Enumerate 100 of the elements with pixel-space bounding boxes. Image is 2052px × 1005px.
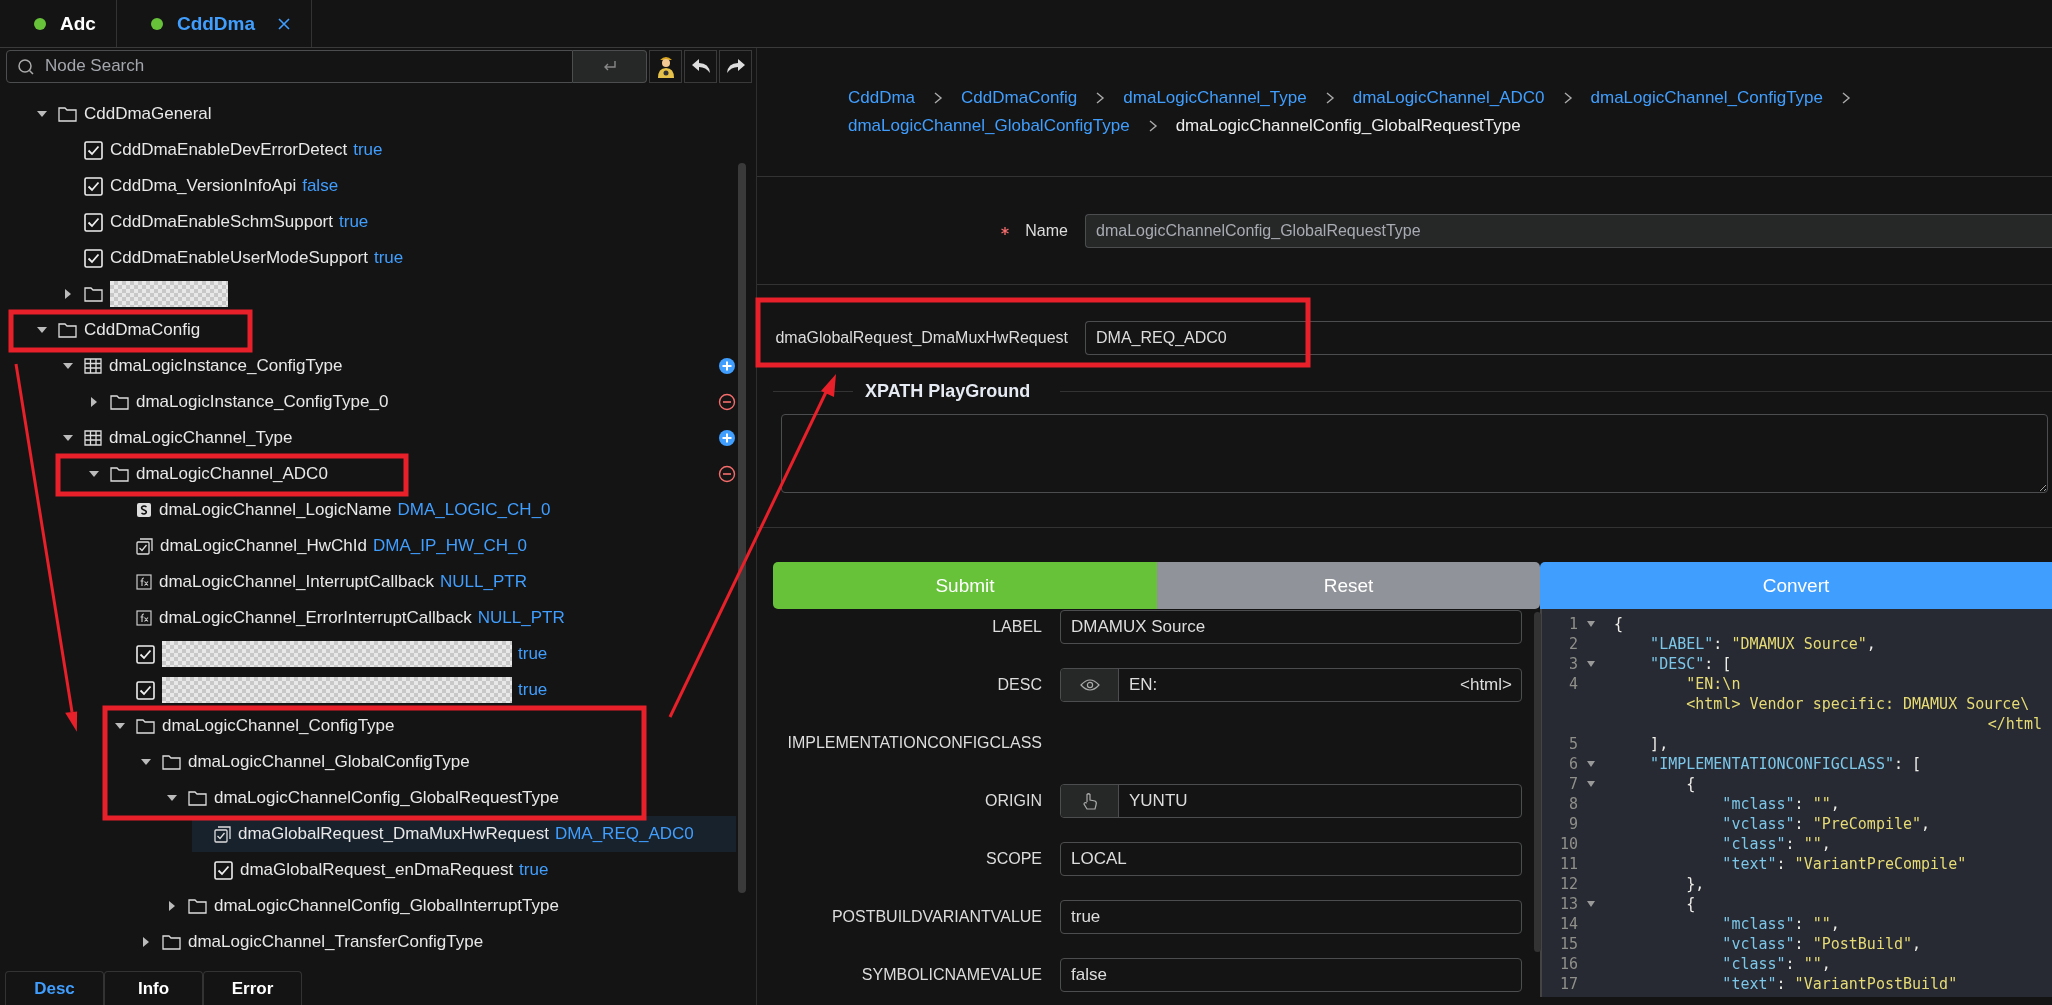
- scrollbar[interactable]: [738, 163, 746, 893]
- node-label[interactable]: dmaLogicChannel_ADC0: [136, 464, 328, 484]
- property-field[interactable]: EN: <html>: [1060, 668, 1522, 702]
- node-label[interactable]: CddDmaEnableUserModeSupport: [110, 248, 368, 268]
- checkbox[interactable]: [84, 140, 103, 160]
- node-label[interactable]: dmaLogicChannel_LogicName: [159, 500, 392, 520]
- node-label[interactable]: CddDmaEnableSchmSupport: [110, 212, 333, 232]
- breadcrumb-link[interactable]: dmaLogicChannel_ADC0: [1352, 88, 1545, 108]
- property-field[interactable]: false: [1060, 958, 1522, 992]
- panel-tab[interactable]: Desc: [5, 971, 104, 1005]
- field-label: Name: [1025, 221, 1068, 240]
- tree-row[interactable]: CddDmaGeneral: [36, 100, 216, 128]
- breadcrumb-link[interactable]: dmaLogicChannel_Type: [1123, 88, 1307, 108]
- tree-row[interactable]: dmaLogicChannel_TransferConfigType: [140, 928, 488, 956]
- editor-tab[interactable]: Adc: [0, 0, 117, 47]
- tree-row[interactable]: dmaLogicChannel_Type: [62, 424, 297, 452]
- node-label[interactable]: dmaLogicChannel_HwChId: [160, 536, 367, 556]
- node-label[interactable]: dmaLogicInstance_ConfigType: [109, 356, 343, 376]
- editor-tab[interactable]: CddDma: [116, 0, 313, 47]
- table-icon: [84, 358, 102, 374]
- node-label[interactable]: CddDmaEnableDevErrorDetect: [110, 140, 348, 160]
- checkbox[interactable]: [84, 248, 103, 268]
- breadcrumb-link[interactable]: dmaLogicChannel_ConfigType: [1590, 88, 1824, 108]
- search-field[interactable]: Node Search: [6, 49, 573, 83]
- node-label[interactable]: dmaLogicChannel_InterruptCallback: [159, 572, 434, 592]
- tree-row[interactable]: dmaLogicInstance_ConfigType_0: [88, 388, 393, 416]
- node-label[interactable]: CddDma_VersionInfoApi: [110, 176, 297, 196]
- tree-row[interactable]: CddDma_VersionInfoApi false: [62, 172, 343, 200]
- checkbox[interactable]: [136, 644, 155, 664]
- node-label[interactable]: dmaLogicChannel_ConfigType: [162, 716, 395, 736]
- fold-icon[interactable]: [1587, 781, 1595, 787]
- property-field[interactable]: YUNTU: [1060, 784, 1522, 818]
- tree-row[interactable]: CddDmaConfig: [36, 316, 205, 344]
- preview-button[interactable]: [1061, 669, 1119, 701]
- code-text: "LABEL": "DMAMUX Source",: [1650, 635, 1876, 653]
- line-number: 12: [1558, 875, 1578, 893]
- close-icon[interactable]: [277, 16, 292, 31]
- xpath-input[interactable]: [781, 414, 2048, 493]
- folder-icon: [110, 466, 129, 482]
- node-label[interactable]: CddDmaGeneral: [84, 104, 212, 124]
- tree-row[interactable]: dmaLogicChannel_ADC0: [88, 460, 332, 488]
- fold-icon[interactable]: [1587, 761, 1595, 767]
- fold-icon[interactable]: [1587, 621, 1595, 627]
- person-icon[interactable]: [649, 49, 682, 83]
- node-label[interactable]: dmaGlobalRequest_DmaMuxHwRequest: [238, 824, 549, 844]
- property-field[interactable]: true: [1060, 900, 1522, 934]
- scrollbar[interactable]: [1534, 612, 1541, 952]
- pick-button[interactable]: [1061, 785, 1119, 817]
- tree-row[interactable]: CddDmaEnableUserModeSupport true: [62, 244, 408, 272]
- tree-row[interactable]: dmaLogicChannel_LogicName DMA_LOGIC_CH_0: [114, 496, 555, 524]
- code-editor[interactable]: [1540, 609, 2052, 997]
- property-field[interactable]: DMAMUX Source: [1060, 610, 1522, 644]
- checkbox[interactable]: [136, 680, 155, 700]
- select-field[interactable]: DMA_REQ_ADC0: [1085, 321, 2052, 355]
- tree-row[interactable]: CddDmaEnableSchmSupport true: [62, 208, 373, 236]
- node-label[interactable]: dmaLogicInstance_ConfigType_0: [136, 392, 389, 412]
- remove-icon[interactable]: [718, 465, 736, 483]
- tree-row[interactable]: dmaGlobalRequest_enDmaRequest true: [192, 856, 553, 884]
- code-text: "DESC": [: [1650, 655, 1732, 673]
- fold-icon[interactable]: [1587, 901, 1595, 907]
- node-label[interactable]: dmaLogicChannelConfig_GlobalInterruptType: [214, 896, 559, 916]
- checkbox[interactable]: [84, 212, 103, 232]
- property-field[interactable]: LOCAL: [1060, 842, 1522, 876]
- select-box-icon: [136, 537, 153, 555]
- node-label[interactable]: dmaLogicChannelConfig_GlobalRequestType: [214, 788, 559, 808]
- tree-row[interactable]: dmaLogicChannel_GlobalConfigType: [140, 748, 474, 776]
- code-text: {: [1614, 615, 1624, 633]
- remove-icon[interactable]: [718, 393, 736, 411]
- node-label[interactable]: CddDmaConfig: [84, 320, 201, 340]
- breadcrumb-link[interactable]: dmaLogicChannel_GlobalConfigType: [848, 116, 1130, 136]
- tree-row[interactable]: CddDmaEnableDevErrorDetect true: [62, 136, 387, 164]
- field-value: YUNTU: [1129, 791, 1188, 811]
- node-label[interactable]: dmaLogicChannel_Type: [109, 428, 293, 448]
- breadcrumb-link[interactable]: CddDma: [848, 88, 916, 108]
- checkbox[interactable]: [84, 176, 103, 196]
- tree-row[interactable]: dmaLogicChannelConfig_GlobalInterruptType: [166, 892, 563, 920]
- redo-icon[interactable]: [719, 49, 752, 83]
- checkbox[interactable]: [214, 860, 233, 880]
- tree-row[interactable]: dmaLogicChannel_ConfigType: [114, 712, 399, 740]
- tree-row[interactable]: dmaLogicChannelConfig_GlobalRequestType: [166, 784, 563, 812]
- tree-row[interactable]: dmaLogicChannel_InterruptCallback NULL_PTR: [114, 568, 531, 596]
- node-value: true: [519, 860, 549, 880]
- tree-row[interactable]: dmaLogicInstance_ConfigType: [62, 352, 347, 380]
- tree-row[interactable]: true: [114, 640, 552, 668]
- node-label[interactable]: dmaLogicChannel_GlobalConfigType: [188, 752, 470, 772]
- undo-icon[interactable]: [684, 49, 717, 83]
- tree-row[interactable]: dmaLogicChannel_ErrorInterruptCallback NULL_PTR: [114, 604, 569, 632]
- node-label[interactable]: dmaLogicChannel_ErrorInterruptCallback: [159, 608, 472, 628]
- line-number: 3: [1567, 655, 1578, 673]
- node-label[interactable]: dmaLogicChannel_TransferConfigType: [188, 932, 484, 952]
- node-label[interactable]: dmaGlobalRequest_enDmaRequest: [240, 860, 514, 880]
- add-icon[interactable]: [718, 429, 736, 447]
- panel-tab[interactable]: Info: [104, 971, 203, 1005]
- fold-icon[interactable]: [1587, 661, 1595, 667]
- panel-tab[interactable]: Error: [203, 971, 302, 1005]
- breadcrumb-link[interactable]: CddDmaConfig: [961, 88, 1078, 108]
- tree-row[interactable]: dmaLogicChannel_HwChId DMA_IP_HW_CH_0: [114, 532, 531, 560]
- tree-row[interactable]: true: [114, 676, 552, 704]
- code-text: },: [1686, 875, 1705, 893]
- add-icon[interactable]: [718, 357, 736, 375]
